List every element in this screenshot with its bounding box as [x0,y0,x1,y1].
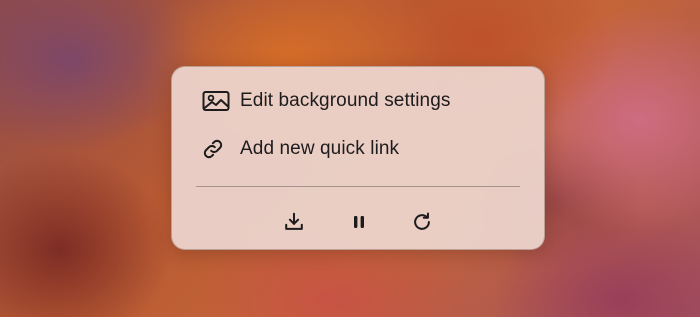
edit-background-settings-item[interactable]: Edit background settings [202,88,450,114]
refresh-button[interactable] [410,210,434,234]
add-new-quick-link-item[interactable]: Add new quick link [202,136,399,162]
context-menu: Edit background settings Add new quick l… [171,66,545,250]
image-icon [202,90,230,112]
edit-background-settings-label: Edit background settings [240,90,451,111]
download-icon [283,211,305,233]
link-icon [202,138,230,160]
menu-divider [196,186,520,187]
add-new-quick-link-label: Add new quick link [240,138,400,159]
download-button[interactable] [282,210,306,234]
pause-icon [351,214,367,230]
pause-button[interactable] [347,210,371,234]
refresh-icon [411,211,433,233]
